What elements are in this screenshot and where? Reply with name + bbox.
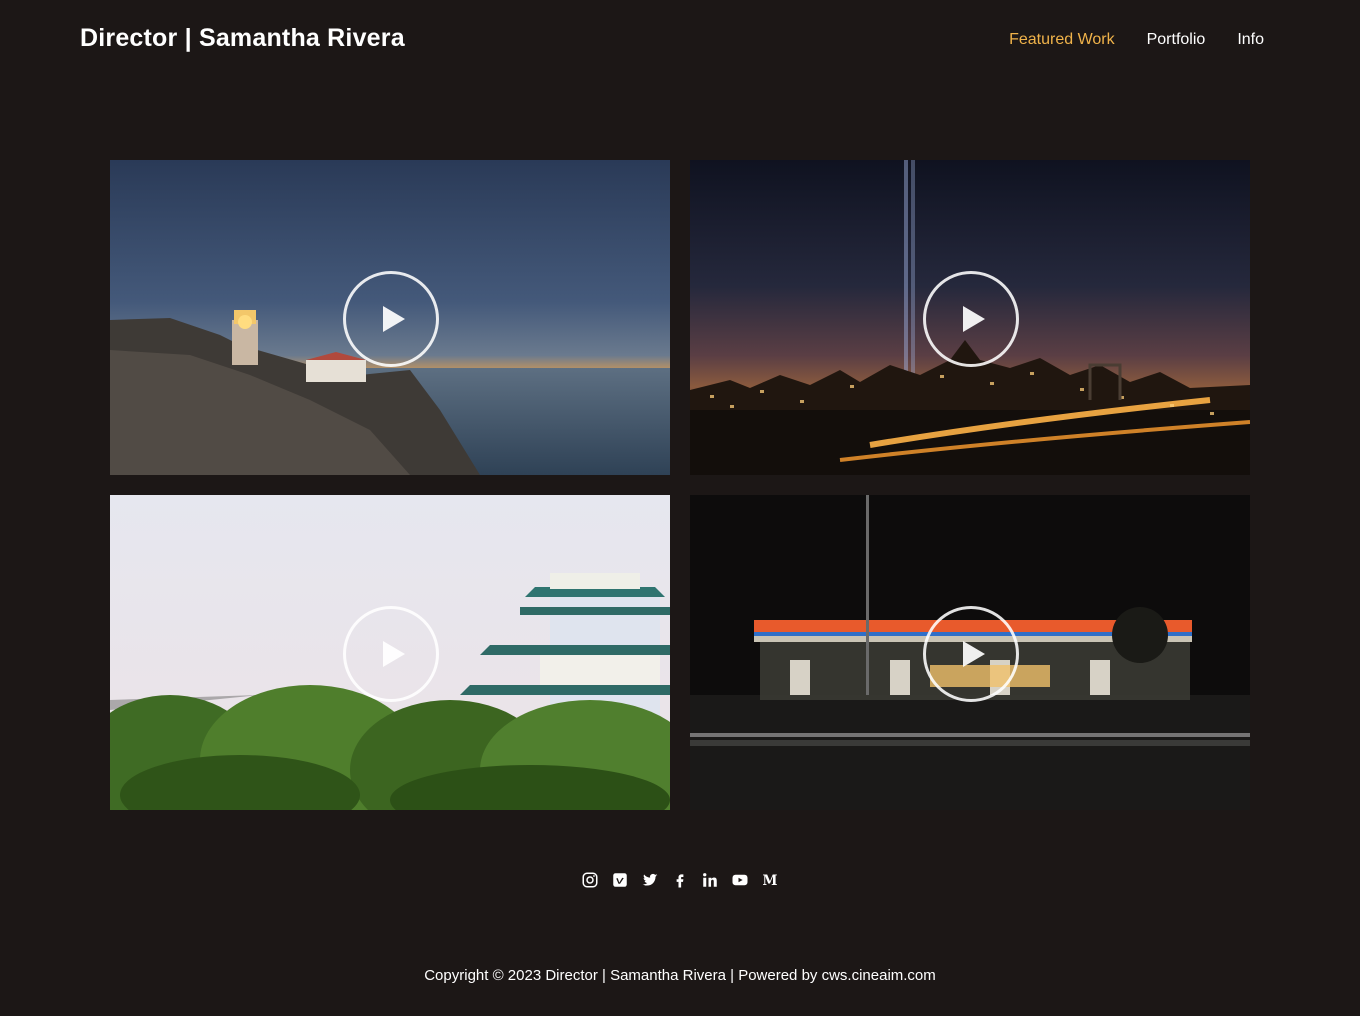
vimeo-icon[interactable] xyxy=(611,869,629,891)
play-icon xyxy=(383,640,405,667)
twitter-icon[interactable] xyxy=(641,869,659,891)
play-icon xyxy=(963,305,985,332)
play-button[interactable] xyxy=(923,605,1019,702)
youtube-icon[interactable] xyxy=(731,869,749,891)
video-tile-lighthouse[interactable] xyxy=(110,160,670,475)
play-button[interactable] xyxy=(343,605,439,702)
video-grid xyxy=(110,160,1250,810)
video-tile-gas-station[interactable] xyxy=(690,495,1250,810)
linkedin-icon[interactable] xyxy=(701,869,719,891)
nav-info[interactable]: Info xyxy=(1237,31,1264,49)
social-links: M xyxy=(0,869,1360,891)
play-icon xyxy=(963,640,985,667)
medium-icon[interactable]: M xyxy=(761,869,779,891)
instagram-icon[interactable] xyxy=(581,869,599,891)
main-nav: Featured Work Portfolio Info xyxy=(1009,31,1264,49)
nav-featured-work[interactable]: Featured Work xyxy=(1009,31,1115,49)
site-title[interactable]: Director | Samantha Rivera xyxy=(80,24,405,53)
video-tile-castle[interactable] xyxy=(110,495,670,810)
play-button[interactable] xyxy=(923,270,1019,367)
video-tile-city-skyline[interactable] xyxy=(690,160,1250,475)
facebook-icon[interactable] xyxy=(671,869,689,891)
svg-text:M: M xyxy=(763,873,778,889)
footer-copyright: Copyright © 2023 Director | Samantha Riv… xyxy=(424,967,936,984)
play-button[interactable] xyxy=(343,270,439,367)
play-icon xyxy=(383,305,405,332)
nav-portfolio[interactable]: Portfolio xyxy=(1147,31,1206,49)
